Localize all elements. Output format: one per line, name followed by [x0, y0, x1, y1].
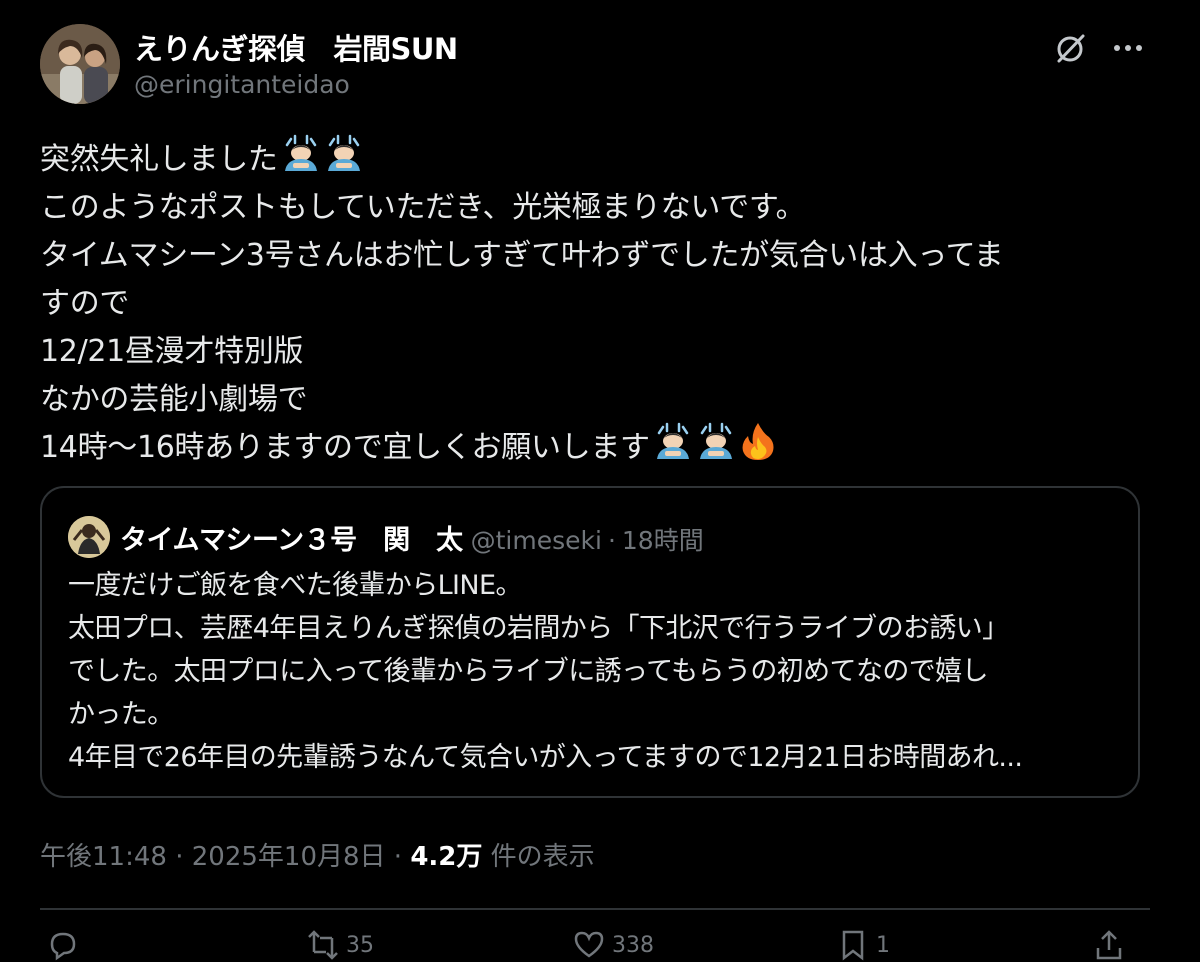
- tweet-line: 突然失礼しました: [40, 134, 1150, 184]
- quoted-author-handle[interactable]: @timeseki: [471, 526, 602, 555]
- repost-button[interactable]: 35: [306, 928, 374, 962]
- share-button[interactable]: [1092, 928, 1126, 962]
- quoted-line: 太田プロ、芸歴4年目えりんぎ探偵の岩間から「下北沢で行うライブのお誘い」: [68, 613, 1009, 644]
- quoted-author-name[interactable]: タイムマシーン３号 関 太: [120, 518, 463, 557]
- tweet-line: このようなポストもしていただき、光栄極まりないです。: [40, 190, 806, 225]
- tweet-line-text: 突然失礼しました: [40, 142, 278, 177]
- tweet-date[interactable]: 2025年10月8日: [192, 842, 386, 872]
- quoted-line: 4年目で26年目の先輩誘うなんて気合いが入ってますので12月21日お時間あれ..…: [68, 742, 1023, 773]
- person-bowing-emoji-icon: [696, 421, 736, 476]
- tweet-time[interactable]: 午後11:48: [40, 842, 167, 872]
- author-handle[interactable]: @eringitanteidao: [134, 70, 350, 99]
- quoted-line: でした。太田プロに入って後輩からライブに誘ってもらうの初めてなので嬉し: [68, 656, 989, 687]
- meta-separator: ·: [385, 842, 411, 872]
- person-bowing-emoji-icon: [281, 133, 321, 188]
- reply-icon: [50, 932, 76, 961]
- quoted-meta-separator: ·: [607, 526, 616, 555]
- meta-separator: ·: [166, 842, 192, 872]
- author-avatar[interactable]: [40, 24, 120, 104]
- repost-count: 35: [346, 932, 374, 958]
- share-icon: [1096, 930, 1122, 960]
- heart-icon: [574, 931, 604, 958]
- person-bowing-emoji-icon: [324, 133, 364, 188]
- tweet-text: 突然失礼しました このようなポストもしていただき、光栄極まりないです。 タイムマ…: [40, 134, 1150, 472]
- quoted-tweet-text: 一度だけご飯を食べた後輩からLINE。 太田プロ、芸歴4年目えりんぎ探偵の岩間か…: [68, 564, 1128, 779]
- bookmark-icon: [842, 930, 864, 961]
- tweet-line: なかの芸能小劇場で: [40, 382, 308, 417]
- quoted-line: 一度だけご飯を食べた後輩からLINE。: [68, 570, 522, 601]
- like-count: 338: [612, 932, 654, 958]
- grok-icon[interactable]: [1050, 28, 1090, 68]
- repost-icon: [308, 930, 338, 960]
- tweet-meta: 午後11:48 · 2025年10月8日 · 4.2万 件の表示: [40, 836, 595, 873]
- quoted-tweet-card[interactable]: タイムマシーン３号 関 太 @timeseki · 18時間 一度だけご飯を食べ…: [40, 486, 1140, 798]
- quoted-tweet-time[interactable]: 18時間: [622, 521, 704, 557]
- quoted-line: かった。: [68, 699, 174, 730]
- like-button[interactable]: 338: [572, 928, 654, 962]
- tweet-line: すので: [40, 286, 130, 321]
- person-bowing-emoji-icon: [653, 421, 693, 476]
- author-display-name[interactable]: えりんぎ探偵 岩間SUN: [134, 26, 458, 68]
- divider: [40, 908, 1150, 910]
- tweet-line: 14時～16時ありますので宜しくお願いします: [40, 422, 1150, 472]
- more-options-icon[interactable]: [1110, 30, 1146, 66]
- fire-emoji-icon: [739, 421, 777, 476]
- reply-button[interactable]: [46, 928, 86, 962]
- bookmark-button[interactable]: 1: [836, 928, 890, 962]
- quoted-author-avatar[interactable]: [68, 516, 110, 558]
- tweet-line: タイムマシーン3号さんはお忙しすぎて叶わずでしたが気合いは入ってま: [40, 238, 1004, 273]
- quoted-tweet-header: タイムマシーン３号 関 太 @timeseki · 18時間: [120, 518, 704, 557]
- action-bar: 35 338 1: [0, 928, 1200, 961]
- view-count-label: 件の表示: [482, 842, 595, 872]
- tweet-line: 12/21昼漫才特別版: [40, 334, 304, 369]
- bookmark-count: 1: [876, 932, 890, 958]
- tweet-line-text: 14時～16時ありますので宜しくお願いします: [40, 430, 650, 465]
- view-count: 4.2万: [410, 842, 483, 872]
